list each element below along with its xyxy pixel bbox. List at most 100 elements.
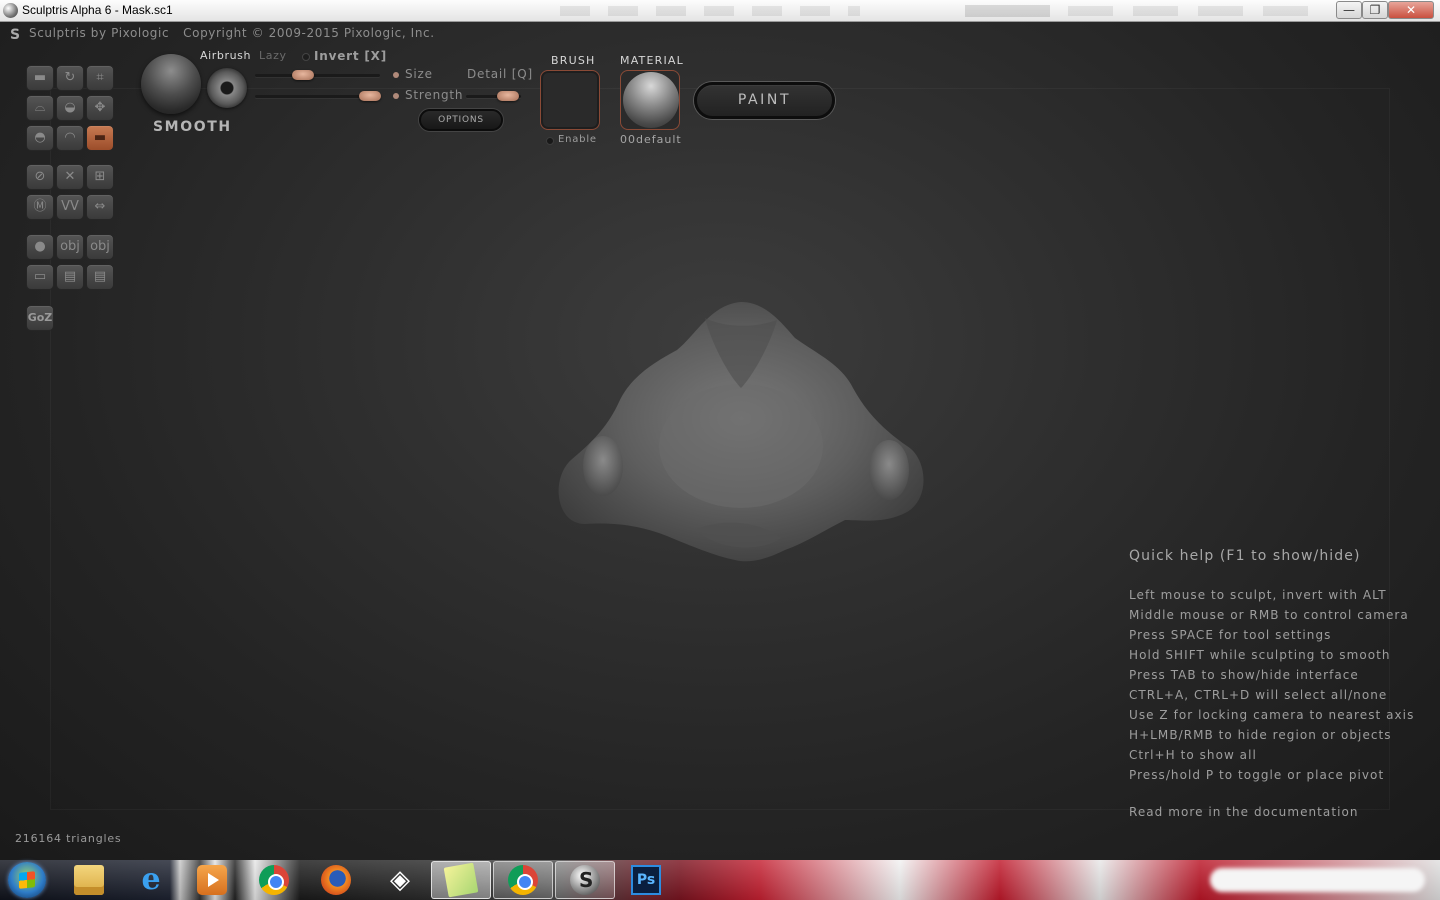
- sculpt-model[interactable]: [555, 298, 927, 568]
- folder-icon: [74, 865, 104, 895]
- internet-explorer-icon: e: [141, 862, 161, 897]
- taskbar-photoshop[interactable]: Ps: [616, 861, 676, 899]
- enable-checkbox[interactable]: [546, 137, 554, 145]
- taskbar-explorer[interactable]: [59, 861, 119, 899]
- invert-label: Invert [X]: [314, 49, 388, 63]
- close-button[interactable]: ✕: [1388, 1, 1434, 19]
- import-obj-button[interactable]: obj: [56, 234, 84, 260]
- chrome-app-icon: [508, 865, 538, 895]
- open-file-button[interactable]: ▤: [56, 264, 84, 290]
- help-line: Use Z for locking camera to nearest axis: [1129, 708, 1415, 722]
- taskbar-internet-explorer[interactable]: e: [121, 861, 181, 899]
- background-window-menu: [560, 6, 860, 16]
- size-slider-track[interactable]: [255, 74, 380, 77]
- background-window-field: [965, 5, 1050, 17]
- grab-tool-button[interactable]: ✥: [86, 95, 114, 121]
- flatten-tool-button[interactable]: ▬: [86, 125, 114, 151]
- help-line: Hold SHIFT while sculpting to smooth: [1129, 648, 1391, 662]
- help-line: Press SPACE for tool settings: [1129, 628, 1332, 642]
- strength-indicator: [393, 93, 399, 99]
- window-titlebar: Sculptris Alpha 6 - Mask.sc1 — ❐ ✕: [0, 0, 1440, 22]
- material-name: 00default: [620, 133, 682, 146]
- help-line: Press TAB to show/hide interface: [1129, 668, 1359, 682]
- maximize-button[interactable]: ❐: [1362, 1, 1388, 19]
- help-line: Press/hold P to toggle or place pivot: [1129, 768, 1385, 782]
- brush-section-label: BRUSH: [551, 54, 596, 67]
- strength-slider-knob[interactable]: [359, 91, 381, 101]
- crop-tool-button[interactable]: ⌗: [86, 65, 114, 91]
- taskbar-chrome-app[interactable]: [493, 861, 553, 899]
- windows-logo-icon: [19, 871, 35, 889]
- detail-label: Detail [Q]: [467, 67, 533, 81]
- size-slider-knob[interactable]: [292, 70, 314, 80]
- new-plane-button[interactable]: ▭: [26, 264, 54, 290]
- unity-icon: ◈: [390, 865, 410, 895]
- reduce-selected-button[interactable]: ✕: [56, 164, 84, 190]
- quick-help-title: Quick help (F1 to show/hide): [1129, 548, 1361, 564]
- pinch-tool-button[interactable]: ◓: [26, 125, 54, 151]
- brush-name: SMOOTH: [153, 119, 232, 135]
- sculptris-app-icon: [3, 3, 18, 18]
- paint-button[interactable]: PAINT: [694, 82, 835, 119]
- media-player-icon: [197, 865, 227, 895]
- minimize-button[interactable]: —: [1336, 1, 1362, 19]
- symmetry-button[interactable]: VV: [56, 194, 84, 220]
- background-window-tabs: [1068, 6, 1328, 16]
- chrome-icon: [259, 865, 289, 895]
- detail-slider-knob[interactable]: [497, 91, 519, 101]
- draw-tool-button[interactable]: ▬: [26, 65, 54, 91]
- subdivide-button[interactable]: ⊞: [86, 164, 114, 190]
- lazy-label: Lazy: [259, 49, 287, 62]
- help-line: Ctrl+H to show all: [1129, 748, 1257, 762]
- enable-label: Enable: [558, 134, 597, 145]
- material-slot[interactable]: [620, 70, 680, 130]
- help-line: H+LMB/RMB to hide region or objects: [1129, 728, 1392, 742]
- brush-alpha-slot[interactable]: [540, 70, 600, 130]
- rotate-tool-button[interactable]: ↻: [56, 65, 84, 91]
- start-button[interactable]: [8, 862, 46, 898]
- sculptris-logo-icon: S: [10, 27, 21, 43]
- windows-taskbar: e ◈ Ps: [0, 860, 1440, 900]
- help-line: Left mouse to sculpt, invert with ALT: [1129, 588, 1387, 602]
- material-section-label: MATERIAL: [620, 54, 684, 67]
- taskbar-unity[interactable]: ◈: [370, 861, 430, 899]
- triangle-count: 216164 triangles: [15, 832, 122, 845]
- strength-label: Strength: [405, 88, 464, 102]
- new-sphere-button[interactable]: ●: [26, 234, 54, 260]
- taskbar-sculptris[interactable]: [555, 861, 615, 899]
- help-line: CTRL+A, CTRL+D will select all/none: [1129, 688, 1388, 702]
- brush-preview-icon[interactable]: [141, 54, 201, 114]
- quick-help-panel: Quick help (F1 to show/hide) Left mouse …: [1129, 548, 1429, 819]
- taskbar-chrome[interactable]: [244, 861, 304, 899]
- sticky-notes-icon: [443, 862, 479, 898]
- header-credit: S Sculptris by Pixologic Copyright © 2009-…: [10, 26, 435, 43]
- sculptris-app: S Sculptris by Pixologic Copyright © 2009-…: [0, 22, 1440, 860]
- app-name: Sculptris by Pixologic: [29, 26, 170, 40]
- options-button[interactable]: OPTIONS: [419, 109, 503, 131]
- sculptris-icon: [570, 865, 600, 895]
- firefox-icon: [321, 865, 351, 895]
- material-sphere-icon: [623, 72, 679, 128]
- smooth-tool-button[interactable]: ◠: [56, 125, 84, 151]
- photoshop-icon: Ps: [631, 865, 661, 895]
- system-tray[interactable]: [1210, 868, 1425, 892]
- wireframe-button[interactable]: Ⓜ: [26, 194, 54, 220]
- size-label: Size: [405, 67, 433, 81]
- size-indicator: [393, 72, 399, 78]
- taskbar-media-player[interactable]: [182, 861, 242, 899]
- help-line: Middle mouse or RMB to control camera: [1129, 608, 1409, 622]
- crease-tool-button[interactable]: ◒: [56, 95, 84, 121]
- save-file-button[interactable]: ▤: [86, 264, 114, 290]
- copyright: Copyright © 2009-2015 Pixologic, Inc.: [183, 26, 435, 40]
- airbrush-toggle[interactable]: [207, 68, 247, 108]
- taskbar-sticky-notes[interactable]: [431, 861, 491, 899]
- export-obj-button[interactable]: obj: [86, 234, 114, 260]
- invert-checkbox[interactable]: [302, 53, 310, 61]
- reduce-brush-button[interactable]: ⊘: [26, 164, 54, 190]
- inflate-tool-button[interactable]: ⌓: [26, 95, 54, 121]
- window-title: Sculptris Alpha 6 - Mask.sc1: [22, 3, 173, 17]
- goz-button[interactable]: GoZ: [26, 305, 54, 331]
- documentation-link[interactable]: Read more in the documentation: [1129, 805, 1429, 819]
- mirror-button[interactable]: ⇔: [86, 194, 114, 220]
- taskbar-firefox[interactable]: [306, 861, 366, 899]
